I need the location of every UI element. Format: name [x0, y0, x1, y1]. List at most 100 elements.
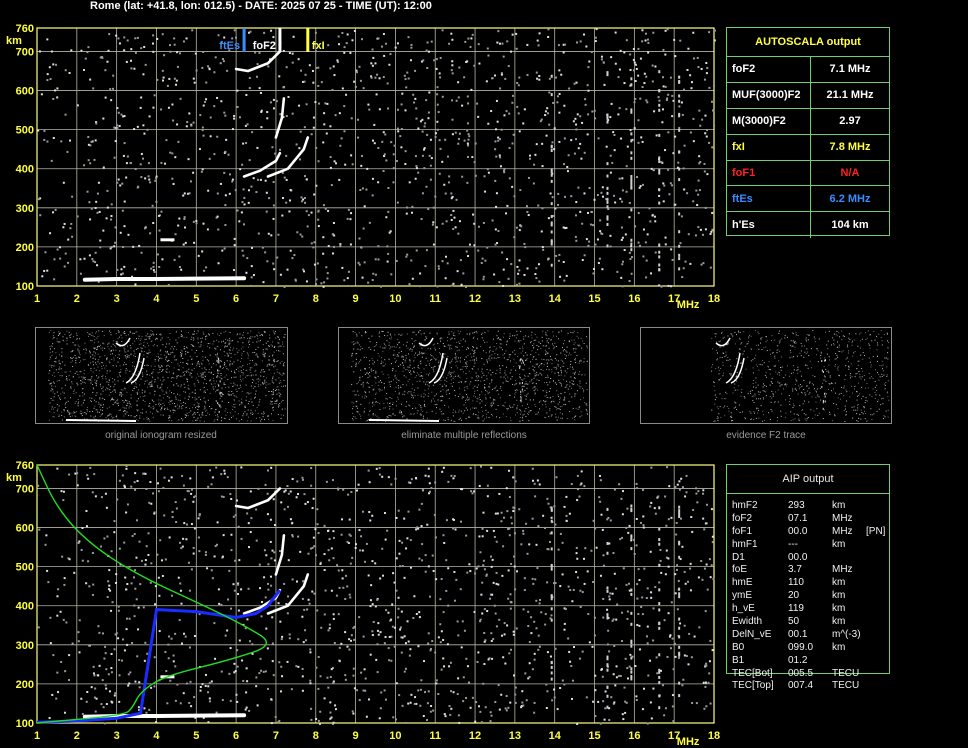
- thumb-noise: [557, 363, 559, 365]
- thumb-noise: [51, 408, 53, 410]
- thumb-noise: [135, 383, 137, 385]
- noise-point: [465, 250, 468, 253]
- thumb-noise: [360, 415, 362, 417]
- thumb-noise: [169, 353, 171, 355]
- noise-point: [508, 177, 511, 180]
- thumb-noise: [209, 343, 211, 345]
- noise-point: [127, 233, 130, 236]
- x-unit-label: MHz: [677, 299, 700, 311]
- thumb-noise: [447, 356, 449, 358]
- thumb-noise: [262, 349, 264, 351]
- noise-point: [134, 51, 137, 54]
- thumb-noise: [509, 354, 511, 356]
- noise-point: [419, 285, 422, 288]
- thumb-noise: [70, 412, 72, 414]
- thumb-noise: [476, 389, 478, 391]
- thumb-noise: [519, 417, 521, 419]
- thumb-noise: [540, 369, 542, 371]
- noise-point: [425, 49, 428, 52]
- thumb-noise: [481, 391, 483, 393]
- thumb-noise: [58, 331, 60, 333]
- noise-point: [224, 204, 227, 207]
- thumb-noise: [246, 352, 248, 354]
- noise-point: [213, 153, 216, 156]
- noise-point: [572, 120, 575, 123]
- thumb-noise: [83, 373, 85, 375]
- noise-point: [620, 238, 623, 241]
- thumb-noise: [64, 404, 66, 406]
- noise-point: [69, 227, 72, 230]
- thumb-noise: [576, 390, 578, 392]
- interference-point: [678, 79, 681, 83]
- thumb-noise: [564, 391, 566, 393]
- thumb-noise: [127, 356, 129, 358]
- noise-point: [60, 140, 63, 143]
- thumb-noise: [362, 384, 364, 386]
- noise-point: [662, 182, 665, 185]
- noise-point: [323, 112, 326, 115]
- noise-point: [387, 252, 390, 255]
- thumb-noise: [55, 369, 57, 371]
- thumb-noise: [533, 377, 535, 379]
- thumb-noise: [573, 339, 575, 341]
- thumb-noise: [119, 331, 121, 333]
- noise-point: [535, 143, 538, 146]
- thumb-noise: [212, 373, 214, 375]
- thumb-noise: [249, 359, 251, 361]
- noise-point: [614, 201, 617, 204]
- y-tick-label: 400: [16, 164, 34, 176]
- thumb-noise: [158, 371, 160, 373]
- thumb-noise: [52, 406, 54, 408]
- thumb-noise: [566, 346, 568, 348]
- thumb-noise: [410, 413, 412, 415]
- thumb-noise: [531, 337, 533, 339]
- thumb-noise: [558, 395, 560, 397]
- thumb-noise: [468, 399, 470, 401]
- thumb-noise: [90, 415, 92, 417]
- thumb-noise: [531, 379, 533, 381]
- noise-point: [626, 145, 629, 148]
- thumb-noise: [492, 401, 494, 403]
- thumb-noise: [367, 373, 369, 375]
- thumbnail-original: [35, 327, 288, 424]
- noise-point: [269, 101, 272, 104]
- thumb-noise: [585, 408, 587, 410]
- thumb-noise: [122, 332, 124, 334]
- noise-point: [466, 181, 469, 184]
- thumb-noise: [93, 416, 95, 418]
- thumb-noise: [867, 387, 869, 389]
- thumb-noise: [516, 388, 518, 390]
- noise-point: [161, 79, 164, 82]
- thumb-noise: [411, 349, 413, 351]
- thumb-noise: [559, 397, 561, 399]
- noise-point: [249, 30, 252, 33]
- thumb-noise: [516, 399, 518, 401]
- noise-point: [649, 220, 652, 223]
- thumb-noise: [106, 407, 108, 409]
- thumb-noise: [471, 349, 473, 351]
- noise-point: [174, 233, 177, 236]
- thumb-noise: [265, 342, 267, 344]
- thumb-noise: [540, 347, 542, 349]
- thumb-noise: [53, 365, 55, 367]
- noise-point: [382, 76, 385, 79]
- noise-point: [139, 163, 142, 166]
- noise-point: [458, 220, 461, 223]
- noise-point: [595, 28, 598, 31]
- noise-point: [315, 184, 318, 187]
- noise-point: [482, 275, 485, 278]
- y-unit-label: km: [6, 35, 22, 47]
- thumb-noise: [169, 410, 171, 412]
- noise-point: [703, 170, 706, 173]
- thumb-noise: [574, 373, 576, 375]
- noise-point: [357, 136, 360, 139]
- thumb-noise: [65, 379, 67, 381]
- thumb-noise: [207, 345, 209, 347]
- thumb-noise: [191, 391, 193, 393]
- thumb-noise: [276, 371, 278, 373]
- thumb-noise: [194, 399, 196, 401]
- thumb-noise: [485, 398, 487, 400]
- thumb-noise: [425, 336, 427, 338]
- thumb-noise: [419, 352, 421, 354]
- thumb-noise: [579, 360, 581, 362]
